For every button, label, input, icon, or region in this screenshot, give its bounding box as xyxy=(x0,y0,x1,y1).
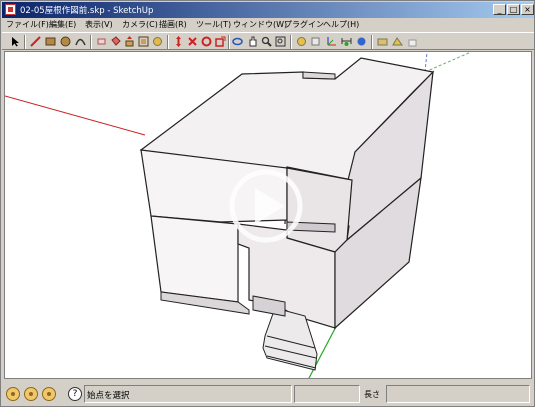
lower-front-face xyxy=(150,215,239,303)
push-pull-icon[interactable] xyxy=(124,36,135,47)
status-spacer-panel xyxy=(294,385,360,403)
follow-me-icon[interactable] xyxy=(201,36,212,47)
menu-draw[interactable]: 描画(R) xyxy=(159,19,187,30)
maximize-button[interactable]: □ xyxy=(507,4,520,15)
protractor-icon[interactable] xyxy=(310,36,321,47)
blue-axis-dashed xyxy=(424,52,428,73)
zoom-extents-icon[interactable] xyxy=(275,36,286,47)
text-icon[interactable] xyxy=(356,36,367,47)
menu-tools[interactable]: ツール(T) xyxy=(196,19,231,30)
dimension-icon[interactable] xyxy=(341,36,352,47)
toolbar-separator xyxy=(371,35,373,49)
geo-location-icon[interactable] xyxy=(6,387,20,401)
warehouse-icon[interactable] xyxy=(407,36,418,47)
menu-edit[interactable]: 編集(E) xyxy=(49,19,76,30)
menu-file[interactable]: ファイル(F) xyxy=(6,19,49,30)
pan-icon[interactable] xyxy=(247,36,258,47)
credits-icon[interactable] xyxy=(24,387,38,401)
section-icon[interactable] xyxy=(377,36,388,47)
title-bar[interactable]: 02-05屋根作図前.skp - SketchUp _ □ × xyxy=(2,2,534,18)
red-axis xyxy=(5,95,146,136)
main-toolbar xyxy=(2,32,534,50)
rectangle-icon[interactable] xyxy=(45,36,56,47)
paint-bucket-icon[interactable] xyxy=(110,36,121,47)
scale-icon[interactable] xyxy=(215,36,226,47)
user-icon[interactable] xyxy=(42,387,56,401)
help-icon[interactable]: ? xyxy=(68,387,82,401)
vcb-label: 長さ xyxy=(364,390,380,399)
paint-icon[interactable] xyxy=(152,36,163,47)
circle-icon[interactable] xyxy=(60,36,71,47)
arc-icon[interactable] xyxy=(75,36,86,47)
menu-help[interactable]: ヘルプ(H) xyxy=(323,19,359,30)
model-viewport[interactable] xyxy=(4,51,532,379)
component-icon[interactable] xyxy=(392,36,403,47)
toolbar-separator xyxy=(167,35,169,49)
tape-icon[interactable] xyxy=(296,36,307,47)
menu-window[interactable]: ウィンドウ(W) xyxy=(233,19,287,30)
offset-icon[interactable] xyxy=(138,36,149,47)
window-title: 02-05屋根作図前.skp - SketchUp xyxy=(20,6,154,16)
toolbar-separator xyxy=(90,35,92,49)
menu-plugins[interactable]: プラグイン xyxy=(284,19,324,30)
menu-camera[interactable]: カメラ(C) xyxy=(122,19,158,30)
status-bar: ? 始点を選択 長さ xyxy=(2,382,534,406)
menu-bar: ファイル(F) 編集(E) 表示(V) カメラ(C) 描画(R) ツール(T) … xyxy=(2,18,534,31)
close-button[interactable]: × xyxy=(521,4,534,15)
toolbar-separator xyxy=(290,35,292,49)
toolbar-separator xyxy=(228,35,230,49)
orbit-icon[interactable] xyxy=(232,36,243,47)
green-axis-dashed xyxy=(424,52,472,73)
balcony-recess xyxy=(286,167,353,253)
select-icon[interactable] xyxy=(10,36,21,47)
rotate-icon[interactable] xyxy=(187,36,198,47)
axes-icon[interactable] xyxy=(326,36,337,47)
zoom-icon[interactable] xyxy=(261,36,272,47)
minimize-button[interactable]: _ xyxy=(493,4,506,15)
menu-view[interactable]: 表示(V) xyxy=(85,19,113,30)
line-icon[interactable] xyxy=(30,36,41,47)
status-hint: 始点を選択 xyxy=(87,391,130,401)
toolbar-separator xyxy=(24,35,26,49)
model-canvas[interactable] xyxy=(5,52,532,379)
app-icon xyxy=(5,4,16,15)
roof-opening xyxy=(302,71,336,80)
move-icon[interactable] xyxy=(173,36,184,47)
vcb-input[interactable] xyxy=(386,385,530,403)
eraser-icon[interactable] xyxy=(96,36,107,47)
sketchup-window: 02-05屋根作図前.skp - SketchUp _ □ × ファイル(F) … xyxy=(0,0,535,407)
